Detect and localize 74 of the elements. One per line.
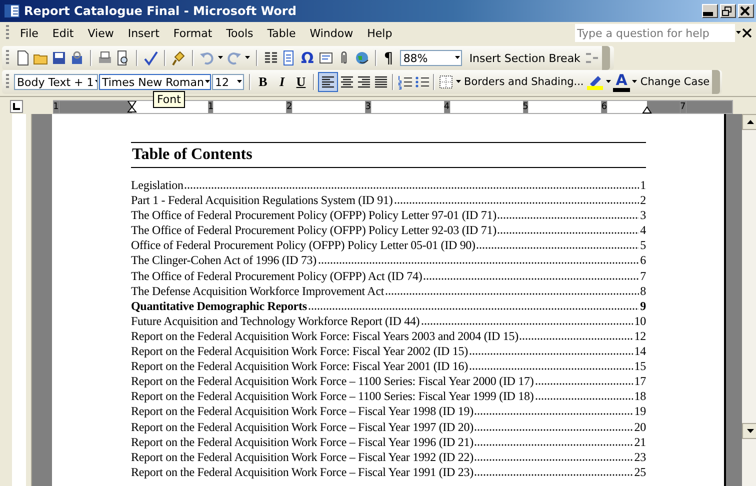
page-number: 17 (634, 374, 646, 390)
page-number: 14 (634, 344, 646, 360)
borders-and-shading-button[interactable]: Borders and Shading... (463, 72, 585, 92)
toc-entry[interactable]: Report on the Federal Acquisition Work Force – Fiscal Year 1996 (ID 21) (131, 434, 474, 450)
toc-entry[interactable]: Future Acquisition and Technology Workforce Report (ID 44) (131, 314, 420, 329)
style-field[interactable]: Body Text + 1 (14, 74, 98, 90)
toc-entry[interactable]: Office of Federal Procurement Policy (OFPP) Policy Letter 05-01 (ID 90) (131, 238, 476, 254)
menu-item[interactable]: Help (360, 26, 400, 40)
formatting-marks-button[interactable]: ¶ (382, 48, 396, 68)
font-size-field[interactable]: 12 (212, 74, 244, 90)
toc-entry[interactable]: Report on the Federal Acquisition Work Force – Fiscal Year 1997 (ID 20) (131, 420, 474, 434)
zoom-field[interactable]: 88% (400, 50, 462, 66)
ruler-number: 2 (286, 100, 292, 112)
page-number: 20 (634, 420, 646, 434)
page-number: 21 (634, 434, 646, 450)
page-number: 25 (634, 464, 646, 480)
toc-entry[interactable]: Report on the Federal Acquisition Work Force: Fiscal Years 2003 and 2004 (ID 15) (131, 328, 518, 344)
menu-item[interactable]: Tools (219, 26, 260, 40)
page-number: 1 (640, 178, 646, 193)
page-number: 18 (634, 389, 646, 404)
toc-entry[interactable]: Quantitative Demographic Reports (131, 298, 307, 314)
page-number: 9 (640, 298, 646, 314)
toc-entry[interactable]: The Office of Federal Procurement Policy (OFPP) Act (ID 74) (131, 268, 422, 284)
page-number: 4 (640, 223, 646, 238)
page-number: 10 (634, 314, 646, 329)
page-number: 6 (640, 253, 646, 268)
ruler-number: 1 (53, 100, 59, 112)
page-number: 7 (640, 268, 646, 284)
underline-button[interactable]: U (292, 72, 310, 92)
ruler-number: 4 (444, 100, 450, 112)
page-number: 19 (634, 404, 646, 420)
toc-entry[interactable]: Report on the Federal Acquisition Work Force – 1100 Series: Fiscal Year 1999 (ID 18) (131, 389, 534, 404)
ruler-number: 1 (208, 100, 214, 112)
toc-entry[interactable]: Part 1 - Federal Acquisition Regulations System (ID 91) (131, 193, 393, 208)
toc-entry[interactable]: Report on the Federal Acquisition Work Force: Fiscal Year 2001 (ID 16) (131, 359, 468, 374)
help-search-field[interactable]: Type a question for help (575, 24, 735, 42)
menu-item[interactable]: Insert (120, 26, 166, 40)
page-number: 5 (640, 238, 646, 254)
tooltip: Font (153, 91, 185, 108)
toc-entry[interactable]: Report on the Federal Acquisition Work Force – Fiscal Year 1992 (ID 22) (131, 450, 474, 465)
page-number: 12 (634, 328, 646, 344)
toc-entry[interactable]: Report on the Federal Acquisition Work Force – 1100 Series: Fiscal Year 2000 (ID 17) (131, 374, 534, 390)
font-field[interactable]: Times New Roman (99, 74, 211, 90)
menu-item[interactable]: Table (260, 26, 303, 40)
ruler-number: 6 (601, 100, 608, 112)
toc-heading: Table of Contents (131, 142, 646, 168)
page-number: 8 (640, 284, 646, 299)
toc-entry[interactable]: Legislation (131, 178, 184, 193)
bold-button[interactable]: B (254, 72, 272, 92)
page-number: 3 (640, 208, 646, 224)
ruler-number: 7 (680, 100, 686, 112)
menu-item[interactable]: Window (302, 26, 360, 40)
toc-entry[interactable]: The Office of Federal Procurement Policy (OFPP) Policy Letter 97-01 (ID 71) (131, 208, 496, 224)
ruler-number: 3 (365, 100, 371, 112)
page-number: 15 (634, 359, 646, 374)
toc-entry[interactable]: The Defense Acquisition Workforce Improvement Act (131, 284, 384, 299)
ruler-number: 5 (522, 100, 528, 112)
italic-button[interactable]: I (273, 72, 291, 92)
toc-entry[interactable]: Report on the Federal Acquisition Work Force: Fiscal Year 2002 (ID 15) (131, 344, 468, 360)
toc-entry[interactable]: Report on the Federal Acquisition Work Force – Fiscal Year 1998 (ID 19) (131, 404, 474, 420)
menu-item[interactable]: Format (166, 26, 220, 40)
page-number: 23 (634, 450, 646, 465)
font-color-button[interactable]: A (612, 72, 630, 92)
toc-entry[interactable]: The Clinger-Cohen Act of 1996 (ID 73) (131, 253, 317, 268)
menu-item[interactable]: View (80, 26, 121, 40)
menu-item[interactable]: Edit (45, 26, 81, 40)
change-case-button[interactable]: Change Case (639, 72, 711, 92)
window-title: Report Catalogue Final - Microsoft Word (24, 4, 298, 18)
menu-item[interactable]: File (13, 26, 46, 40)
symbol-button[interactable]: Ω (299, 48, 316, 68)
toc-entry[interactable]: The Office of Federal Procurement Policy (OFPP) Policy Letter 92-03 (ID 71) (131, 223, 496, 238)
page-number: 2 (640, 193, 646, 208)
toc-entry[interactable]: Report on the Federal Acquisition Work Force – Fiscal Year 1991 (ID 23) (131, 464, 474, 480)
insert-section-break-button[interactable]: Insert Section Break (467, 48, 582, 68)
